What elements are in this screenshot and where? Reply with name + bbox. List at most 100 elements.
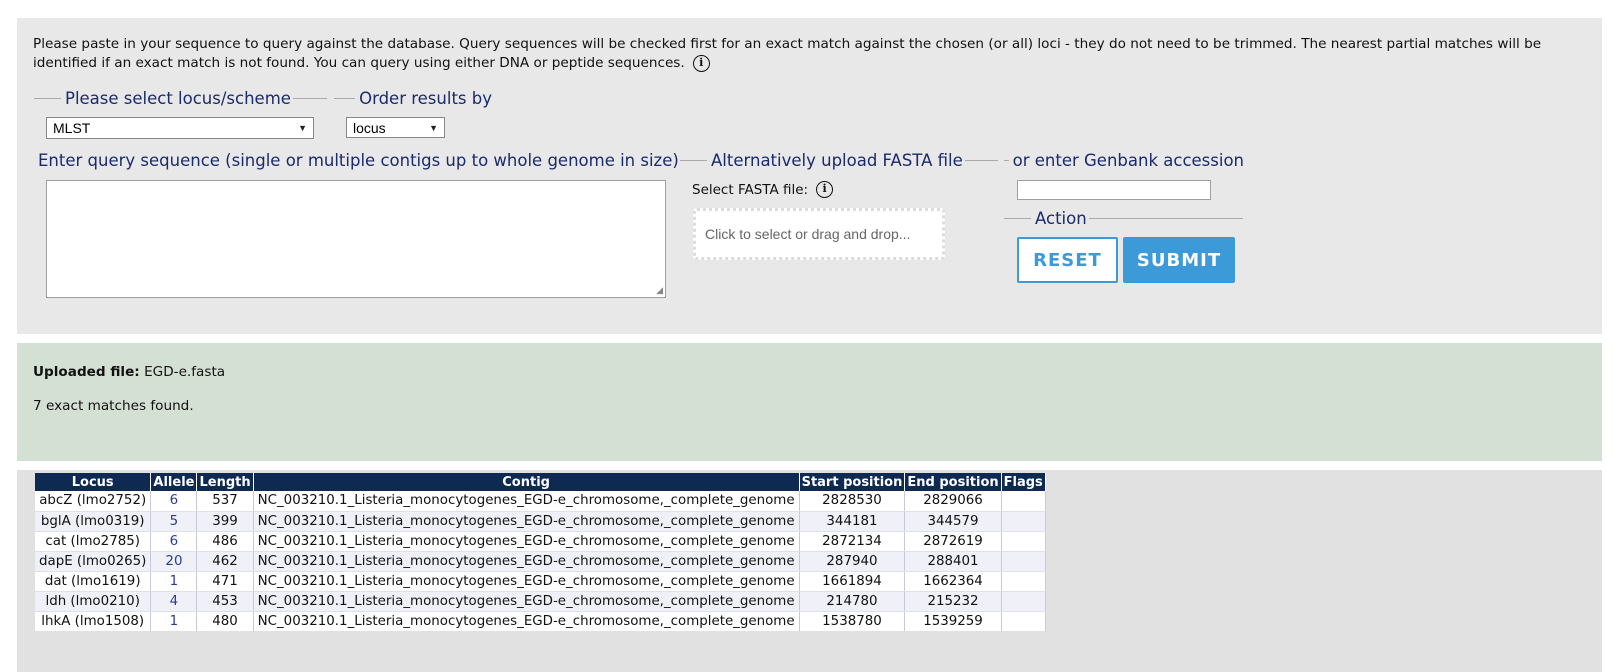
cell-flags: [1001, 531, 1046, 552]
cell-locus: bglA (lmo0319): [35, 511, 152, 532]
submit-button[interactable]: SUBMIT: [1123, 237, 1235, 283]
intro-text: Please paste in your sequence to query a…: [33, 35, 1578, 73]
fasta-fieldset-legend: Alternatively upload FASTA file: [680, 148, 998, 172]
cell-contig: NC_003210.1_Listeria_monocytogenes_EGD-e…: [253, 551, 800, 572]
cell-end: 1539259: [904, 611, 1002, 632]
cell-length: 399: [196, 511, 254, 532]
table-row: dat (lmo1619) 1 471 NC_003210.1_Listeria…: [35, 571, 1046, 592]
cell-allele-link[interactable]: 1: [150, 571, 198, 592]
genbank-fieldset-legend: or enter Genbank accession: [1004, 148, 1246, 172]
cell-flags: [1001, 611, 1046, 632]
table-header-row: Locus Allele Length Contig Start positio…: [35, 473, 1046, 491]
cell-end: 2872619: [904, 531, 1002, 552]
table-row: dapE (lmo0265) 20 462 NC_003210.1_Lister…: [35, 551, 1046, 572]
cell-flags: [1001, 591, 1046, 612]
chevron-down-icon: ▼: [429, 122, 438, 133]
order-legend-text: Order results by: [359, 88, 492, 108]
action-legend-text: Action: [1035, 208, 1087, 228]
fasta-dropzone[interactable]: Click to select or drag and drop...: [693, 208, 945, 260]
cell-end: 2829066: [904, 491, 1002, 512]
cell-contig: NC_003210.1_Listeria_monocytogenes_EGD-e…: [253, 591, 800, 612]
locus-select[interactable]: MLST ▼: [46, 117, 314, 139]
cell-flags: [1001, 511, 1046, 532]
cell-start: 1538780: [799, 611, 906, 632]
cell-length: 486: [196, 531, 254, 552]
resize-grip-icon[interactable]: ◢: [656, 286, 663, 296]
reset-button[interactable]: RESET: [1017, 237, 1118, 283]
locus-fieldset-legend: Please select locus/scheme: [34, 86, 327, 110]
sequence-textarea[interactable]: ◢: [46, 180, 666, 298]
table-row: cat (lmo2785) 6 486 NC_003210.1_Listeria…: [35, 531, 1046, 552]
table-row: abcZ (lmo2752) 6 537 NC_003210.1_Listeri…: [35, 491, 1046, 512]
cell-locus: ldh (lmo0210): [35, 591, 152, 612]
intro-paragraph: Please paste in your sequence to query a…: [33, 36, 1542, 71]
cell-contig: NC_003210.1_Listeria_monocytogenes_EGD-e…: [253, 511, 800, 532]
cell-end: 288401: [904, 551, 1002, 572]
info-circle-icon[interactable]: i: [692, 54, 710, 72]
genbank-accession-input[interactable]: [1017, 180, 1211, 200]
column-header-contig: Contig: [253, 473, 800, 491]
fasta-file-label: Select FASTA file: i: [692, 181, 834, 198]
cell-end: 1662364: [904, 571, 1002, 592]
fasta-label-text: Select FASTA file:: [692, 181, 809, 198]
table-panel: Locus Allele Length Contig Start positio…: [17, 470, 1602, 672]
column-header-flags: Flags: [1001, 473, 1046, 491]
cell-flags: [1001, 551, 1046, 572]
cell-locus: dapE (lmo0265): [35, 551, 152, 572]
table-row: lhkA (lmo1508) 1 480 NC_003210.1_Listeri…: [35, 611, 1046, 632]
uploaded-file-name: EGD-e.fasta: [144, 364, 226, 380]
cell-start: 287940: [799, 551, 906, 572]
cell-allele-link[interactable]: 20: [150, 551, 198, 572]
uploaded-file-line: Uploaded file: EGD-e.fasta: [33, 364, 225, 380]
cell-allele-link[interactable]: 4: [150, 591, 198, 612]
results-table: Locus Allele Length Contig Start positio…: [35, 473, 1046, 632]
cell-start: 2828530: [799, 491, 906, 512]
action-fieldset-legend: Action: [1004, 206, 1243, 230]
column-header-start: Start position: [799, 473, 906, 491]
locus-select-value: MLST: [53, 120, 91, 136]
cell-allele-link[interactable]: 6: [150, 491, 198, 512]
cell-length: 453: [196, 591, 254, 612]
cell-length: 462: [196, 551, 254, 572]
cell-start: 344181: [799, 511, 906, 532]
dropzone-text: Click to select or drag and drop...: [705, 226, 911, 242]
cell-length: 537: [196, 491, 254, 512]
cell-allele-link[interactable]: 1: [150, 611, 198, 632]
cell-allele-link[interactable]: 6: [150, 531, 198, 552]
table-row: bglA (lmo0319) 5 399 NC_003210.1_Listeri…: [35, 511, 1046, 532]
cell-locus: dat (lmo1619): [35, 571, 152, 592]
order-fieldset-legend: Order results by: [334, 86, 494, 110]
column-header-length: Length: [196, 473, 254, 491]
cell-allele-link[interactable]: 5: [150, 511, 198, 532]
cell-end: 215232: [904, 591, 1002, 612]
cell-length: 480: [196, 611, 254, 632]
cell-contig: NC_003210.1_Listeria_monocytogenes_EGD-e…: [253, 611, 800, 632]
table-row: ldh (lmo0210) 4 453 NC_003210.1_Listeria…: [35, 591, 1046, 612]
info-circle-icon[interactable]: i: [816, 181, 834, 198]
sequence-legend-text: Enter query sequence (single or multiple…: [38, 150, 679, 170]
result-panel: Uploaded file: EGD-e.fasta 7 exact match…: [17, 343, 1602, 461]
column-header-end: End position: [904, 473, 1002, 491]
fasta-legend-text: Alternatively upload FASTA file: [711, 150, 963, 170]
cell-start: 214780: [799, 591, 906, 612]
cell-contig: NC_003210.1_Listeria_monocytogenes_EGD-e…: [253, 531, 800, 552]
cell-length: 471: [196, 571, 254, 592]
order-select-value: locus: [353, 119, 386, 136]
genbank-legend-text: or enter Genbank accession: [1012, 150, 1244, 170]
order-select[interactable]: locus ▼: [346, 117, 445, 138]
chevron-down-icon: ▼: [298, 123, 307, 133]
sequence-fieldset-legend: Enter query sequence (single or multiple…: [34, 148, 679, 172]
cell-end: 344579: [904, 511, 1002, 532]
uploaded-file-label: Uploaded file:: [33, 364, 140, 380]
cell-flags: [1001, 491, 1046, 512]
matches-count-text: 7 exact matches found.: [33, 398, 194, 414]
locus-legend-text: Please select locus/scheme: [65, 88, 291, 108]
cell-contig: NC_003210.1_Listeria_monocytogenes_EGD-e…: [253, 571, 800, 592]
cell-locus: abcZ (lmo2752): [35, 491, 152, 512]
cell-locus: cat (lmo2785): [35, 531, 152, 552]
cell-start: 1661894: [799, 571, 906, 592]
column-header-locus: Locus: [35, 473, 152, 491]
cell-flags: [1001, 571, 1046, 592]
query-panel: Please paste in your sequence to query a…: [17, 18, 1602, 334]
cell-locus: lhkA (lmo1508): [35, 611, 152, 632]
